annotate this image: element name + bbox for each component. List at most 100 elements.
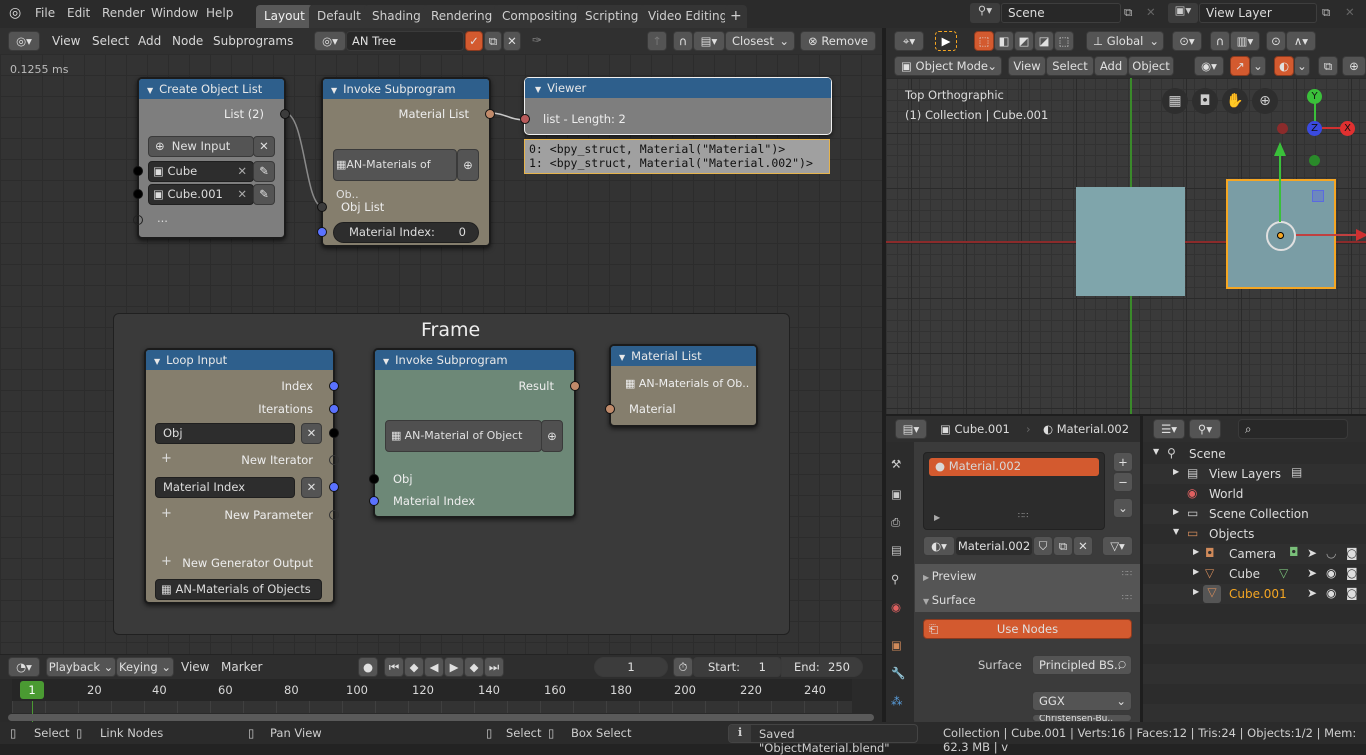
use-nodes-button[interactable]: ⎗ Use Nodes: [923, 619, 1132, 639]
invoke-subprogram-node-frame[interactable]: ▼ Invoke Subprogram Result ▦ AN-Material o…: [369, 348, 580, 518]
chevron-down-icon[interactable]: ⌄: [1250, 56, 1266, 76]
overlay-toggle-icon[interactable]: ◐: [1274, 56, 1294, 76]
view-layer-tab-icon[interactable]: ▤: [891, 543, 902, 557]
eye-icon[interactable]: ◉: [1326, 586, 1336, 600]
eyedropper-icon[interactable]: ✎: [253, 161, 275, 182]
camera-data-icon[interactable]: ◘: [1289, 545, 1299, 559]
remove-input-button[interactable]: ✕: [253, 136, 275, 157]
jump-end-icon[interactable]: ⏭: [484, 657, 504, 677]
outliner-row-objects[interactable]: ▼ ▭ Objects: [1143, 524, 1366, 544]
object-socket[interactable]: [133, 189, 143, 199]
snap-icon[interactable]: ∩: [1210, 31, 1230, 51]
node-header[interactable]: ▼ Loop Input: [146, 350, 333, 370]
slot-specials-icon[interactable]: ⌄: [1113, 498, 1133, 518]
gizmo-toggle-icon[interactable]: ↗: [1230, 56, 1250, 76]
selectable-arrow-icon[interactable]: ➤: [1307, 586, 1317, 600]
new-material-icon[interactable]: ⧉: [1053, 536, 1073, 556]
outliner-search-input[interactable]: ⌕: [1238, 419, 1348, 439]
play-icon[interactable]: ▶: [444, 657, 464, 677]
node-header[interactable]: ▼ Material List: [611, 346, 756, 366]
expand-triangle-icon[interactable]: ▼: [1173, 527, 1179, 536]
tab-scripting[interactable]: Scripting: [577, 5, 647, 28]
gizmo-axis-z[interactable]: Z: [1307, 121, 1322, 136]
remove-button[interactable]: ⊗ Remove: [800, 31, 876, 51]
proportional-edit-icon[interactable]: ⊙: [1266, 31, 1286, 51]
camera-view-icon[interactable]: ◘: [1192, 88, 1218, 114]
obj-input-socket[interactable]: [369, 474, 379, 484]
pan-hand-icon[interactable]: ✋: [1222, 88, 1248, 114]
empty-socket[interactable]: [133, 215, 143, 225]
record-icon[interactable]: ●: [358, 657, 378, 677]
viewport-menu-add[interactable]: Add: [1094, 56, 1128, 76]
resize-grip-icon[interactable]: ∷∷: [1018, 511, 1028, 520]
new-iterator-label[interactable]: New Iterator: [241, 453, 313, 467]
modifier-wrench-icon[interactable]: 🔧: [891, 666, 905, 680]
drag-grip-icon[interactable]: ∷∷: [1122, 569, 1132, 578]
expand-triangle-icon[interactable]: ▶: [1193, 587, 1199, 596]
iterator-name-field[interactable]: Obj: [155, 423, 295, 444]
tab-shading[interactable]: Shading: [364, 5, 429, 28]
tab-compositing[interactable]: Compositing: [494, 5, 586, 28]
collapse-triangle-icon[interactable]: ▼: [535, 85, 541, 94]
zoom-icon[interactable]: ⊕: [1252, 88, 1278, 114]
keying-menu[interactable]: Keying ⌄: [116, 657, 174, 677]
world-tab-icon[interactable]: ◉: [891, 600, 901, 614]
collapse-triangle-icon[interactable]: ▼: [331, 86, 337, 95]
snap-target-dropdown[interactable]: Closest ⌄: [725, 31, 795, 51]
x-rotate-handle[interactable]: [1277, 123, 1288, 134]
pin-icon[interactable]: ✑: [532, 33, 542, 47]
gizmo-axis-x[interactable]: X: [1340, 121, 1355, 136]
xray-icon[interactable]: ⧉: [1318, 56, 1338, 76]
mode-dropdown[interactable]: ▣ Object Mode ⌄: [894, 56, 1002, 76]
editor-type-icon[interactable]: ⌖▾: [894, 31, 924, 51]
new-scene-icon[interactable]: ⧉: [1124, 5, 1132, 20]
subprogram-selector[interactable]: ▦ AN-Material of Object: [385, 420, 542, 452]
plane-gizmo-handle[interactable]: [1312, 190, 1324, 202]
visibility-icon[interactable]: ◉▾: [1194, 56, 1224, 76]
clear-icon[interactable]: ✕: [237, 187, 247, 201]
select-new-icon[interactable]: ⬚: [974, 31, 994, 51]
node-header[interactable]: ▼ Viewer: [525, 78, 831, 98]
stopwatch-icon[interactable]: ⏱: [673, 657, 693, 677]
material-index-input-socket[interactable]: [369, 496, 379, 506]
pivot-point-icon[interactable]: ⊙▾: [1172, 31, 1202, 51]
unlink-tree-icon[interactable]: ✕: [503, 31, 521, 51]
link-mode-icon[interactable]: ▽▾: [1102, 536, 1133, 556]
panel-surface[interactable]: ▼ Surface ∷∷: [915, 590, 1140, 610]
tab-video-editing[interactable]: Video Editing: [640, 5, 736, 28]
node-header[interactable]: ▼ Invoke Subprogram: [375, 350, 574, 370]
material-list-node[interactable]: ▼ Material List ▦ AN-Materials of Ob.. Ma…: [605, 344, 758, 427]
snap-toggle-icon[interactable]: ∩: [673, 31, 693, 51]
scene-field[interactable]: Scene: [1001, 3, 1121, 23]
loop-input-node[interactable]: ▼ Loop Input Index Iterations Obj ✕ + New…: [144, 348, 339, 604]
new-view-layer-icon[interactable]: ⧉: [1322, 5, 1330, 20]
viewer-input-socket[interactable]: [520, 114, 530, 124]
tab-rendering[interactable]: Rendering: [423, 5, 501, 28]
mesh-data-icon[interactable]: ▽: [1279, 566, 1288, 580]
result-output-socket[interactable]: [570, 381, 580, 391]
add-slot-button[interactable]: +: [1113, 452, 1133, 472]
object-field-cube-001[interactable]: ▣ Cube.001 ✕: [148, 184, 254, 205]
playback-menu[interactable]: Playback ⌄: [46, 657, 116, 677]
plus-icon[interactable]: +: [161, 451, 172, 466]
select-tool-icon[interactable]: ▶: [935, 31, 957, 51]
outliner-row-world[interactable]: ◉ World: [1143, 484, 1366, 504]
new-subprogram-icon[interactable]: ⊕: [541, 420, 563, 452]
viewer-node[interactable]: ▼ Viewer list - Length: 2: [520, 77, 832, 135]
unlink-material-icon[interactable]: ✕: [1073, 536, 1093, 556]
duplicate-tree-icon[interactable]: ⧉: [484, 31, 502, 51]
node-menu-node[interactable]: Node: [172, 34, 203, 48]
distribution-dropdown[interactable]: GGX ⌄: [1032, 691, 1132, 711]
outliner-row-scene-collection[interactable]: ▶ ▭ Scene Collection: [1143, 504, 1366, 524]
delete-scene-icon[interactable]: ✕: [1146, 5, 1156, 19]
delete-view-layer-icon[interactable]: ✕: [1345, 5, 1355, 19]
wireframe-shading-icon[interactable]: ⊕: [1342, 56, 1366, 76]
chevron-down-icon[interactable]: ⌄: [1294, 56, 1310, 76]
menu-render[interactable]: Render: [102, 6, 145, 20]
select-subtract-icon[interactable]: ◩: [1014, 31, 1034, 51]
editor-type-icon[interactable]: ◎▾: [8, 31, 40, 51]
remove-slot-button[interactable]: −: [1113, 472, 1133, 492]
panel-preview[interactable]: ▶ Preview ∷∷: [915, 566, 1140, 586]
view-layer-field[interactable]: View Layer: [1199, 3, 1317, 23]
play-reverse-icon[interactable]: ◀: [424, 657, 444, 677]
